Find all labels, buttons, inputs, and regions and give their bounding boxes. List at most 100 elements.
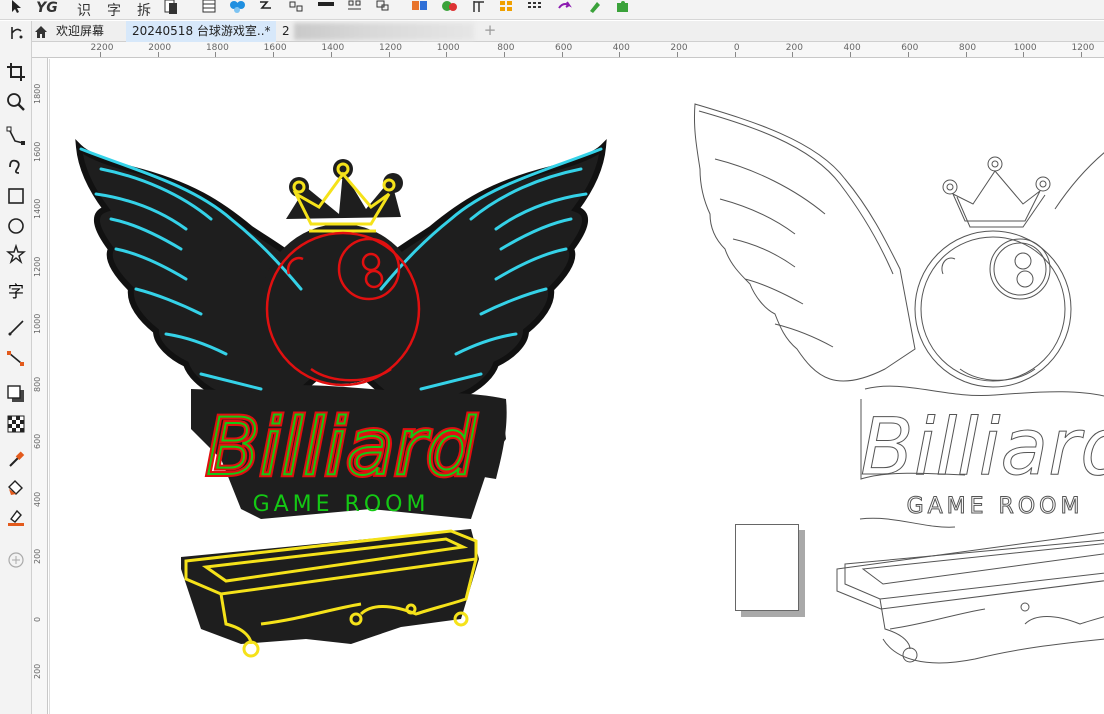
brush-icon[interactable] [288, 0, 304, 18]
horizontal-ruler[interactable]: 2200 2000 1800 1600 1400 1200 1000 800 600 400 200… [32, 42, 1104, 58]
redo-icon[interactable] [526, 0, 546, 18]
ruler-h-tick [619, 52, 621, 57]
image-icon[interactable] [410, 0, 430, 18]
star-tool[interactable] [5, 243, 27, 265]
transparency-tool[interactable] [5, 413, 27, 435]
text-format-icon[interactable] [440, 0, 460, 18]
rectangle-tool[interactable] [5, 185, 27, 207]
ruler-v-label: 800 [33, 376, 42, 392]
pick-tool-icon[interactable] [8, 0, 24, 18]
add-tool-icon [8, 552, 24, 568]
fill-tool[interactable] [5, 477, 27, 499]
table-icon[interactable] [200, 0, 218, 18]
outline-ball [914, 230, 1072, 388]
outline-wings [693, 103, 1104, 382]
ruler-h-label: 1000 [1013, 43, 1037, 53]
blurred-region [294, 23, 474, 40]
split-label: 拆 [137, 3, 151, 19]
freehand-tool-icon [9, 159, 20, 174]
split-button[interactable]: 拆 [134, 0, 154, 19]
document-tab-bar: 欢迎屏幕 20240518 台球游戏室..* 2 + [32, 21, 1104, 42]
ruler-h-label: 2000 [148, 43, 172, 53]
top-toolbar: YG 识 字 拆 [0, 0, 1104, 20]
tab-welcome-screen[interactable]: 欢迎屏幕 [52, 21, 124, 42]
ruler-h-tick [792, 52, 794, 57]
ruler-h-tick [561, 52, 563, 57]
ruler-h-tick [850, 52, 852, 57]
blend-icon[interactable] [228, 0, 248, 18]
ai-label: YG [36, 0, 58, 16]
drop-shadow-tool[interactable] [5, 383, 27, 405]
trace-icon[interactable] [258, 0, 276, 18]
ruler-v-label: 1600 [33, 141, 42, 162]
corel-draw-window: YG 识 字 拆 欢迎屏幕 20240518 台球游戏室..* 2 + 字 22… [0, 0, 1104, 714]
transparency-tool-icon [7, 415, 25, 433]
toolbox: 字 [0, 21, 32, 714]
text-button[interactable]: 字 [104, 0, 124, 19]
tab-document-2-label: 2 [282, 24, 290, 38]
drawing-canvas[interactable]: Billiard Billiard GAME ROOM Billiard GAM… [49, 59, 1104, 714]
ruler-v-label: 600 [33, 433, 42, 449]
puzzle-icon[interactable] [614, 0, 632, 18]
ruler-h-label: 200 [670, 43, 688, 53]
text-recognition-label: 识 [77, 3, 91, 19]
ruler-h-label: 200 [785, 43, 803, 53]
outline-crown [942, 156, 1051, 228]
ruler-h-label: 400 [612, 43, 630, 53]
ruler-v-label: 1400 [33, 198, 42, 219]
tab-document-active[interactable]: 20240518 台球游戏室..* [126, 21, 276, 42]
ruler-v-label: 200 [33, 663, 42, 679]
base-silhouette [79, 147, 603, 644]
neon-billiard-artwork[interactable]: Billiard Billiard GAME ROOM [71, 99, 611, 669]
connector-tool-icon [7, 351, 24, 366]
connector-tool[interactable] [5, 347, 27, 369]
ruler-h-label: 600 [555, 43, 573, 53]
bezier-tool[interactable] [5, 125, 27, 147]
eyedropper-tool-icon [9, 451, 25, 467]
ruler-v-label: 1800 [33, 83, 42, 104]
outline-title-text: Billiard [860, 403, 1104, 493]
title-inner-text: Billiard [206, 403, 476, 493]
grid-icon[interactable] [470, 0, 488, 18]
tab-document-label: 20240518 台球游戏室..* [132, 24, 271, 38]
text-tool[interactable]: 字 [5, 281, 27, 303]
ruler-h-label: 1400 [321, 43, 345, 53]
ai-icon[interactable]: YG [36, 0, 58, 18]
ruler-h-label: 600 [901, 43, 919, 53]
ruler-h-label: 2200 [90, 43, 114, 53]
color-icon[interactable] [374, 0, 392, 18]
page-icon[interactable] [162, 0, 180, 18]
ruler-h-tick [330, 52, 332, 57]
smart-fill-tool[interactable] [5, 507, 27, 529]
eyedropper-tool[interactable] [5, 449, 27, 471]
group-icon[interactable] [346, 0, 364, 18]
text-recognition-button[interactable]: 识 [74, 0, 94, 19]
rectangle-tool-icon [8, 188, 24, 204]
pen-icon[interactable] [556, 0, 576, 18]
pick-tool[interactable] [5, 23, 27, 45]
add-tab-button[interactable]: + [480, 21, 500, 42]
freehand-tool[interactable] [5, 155, 27, 177]
crop-tool-icon [7, 63, 25, 81]
selection-rectangle[interactable] [735, 524, 799, 611]
zoom-tool-icon [7, 93, 25, 111]
subtitle-text: GAME ROOM [253, 492, 430, 517]
tab-welcome-label: 欢迎屏幕 [56, 24, 105, 38]
plugin-icon[interactable] [586, 0, 604, 18]
ruler-h-tick [1023, 52, 1025, 57]
ellipse-tool[interactable] [5, 215, 27, 237]
ruler-h-tick [734, 52, 736, 57]
vertical-ruler[interactable]: 1800 1600 1400 1200 1000 800 600 400 200 0 200 [32, 58, 48, 714]
pick-tool-icon [11, 27, 23, 39]
ruler-h-tick [273, 52, 275, 57]
drop-shadow-tool-icon [7, 385, 24, 402]
crop-tool[interactable] [5, 61, 27, 83]
dots-icon[interactable] [497, 0, 515, 18]
add-tool[interactable] [5, 549, 27, 571]
zoom-tool[interactable] [5, 91, 27, 113]
parallel-dimension-tool[interactable] [5, 317, 27, 339]
home-icon[interactable] [34, 24, 48, 38]
smart-fill-tool-icon [8, 509, 24, 526]
align-icon[interactable] [316, 0, 336, 18]
ruler-h-label: 1000 [436, 43, 460, 53]
